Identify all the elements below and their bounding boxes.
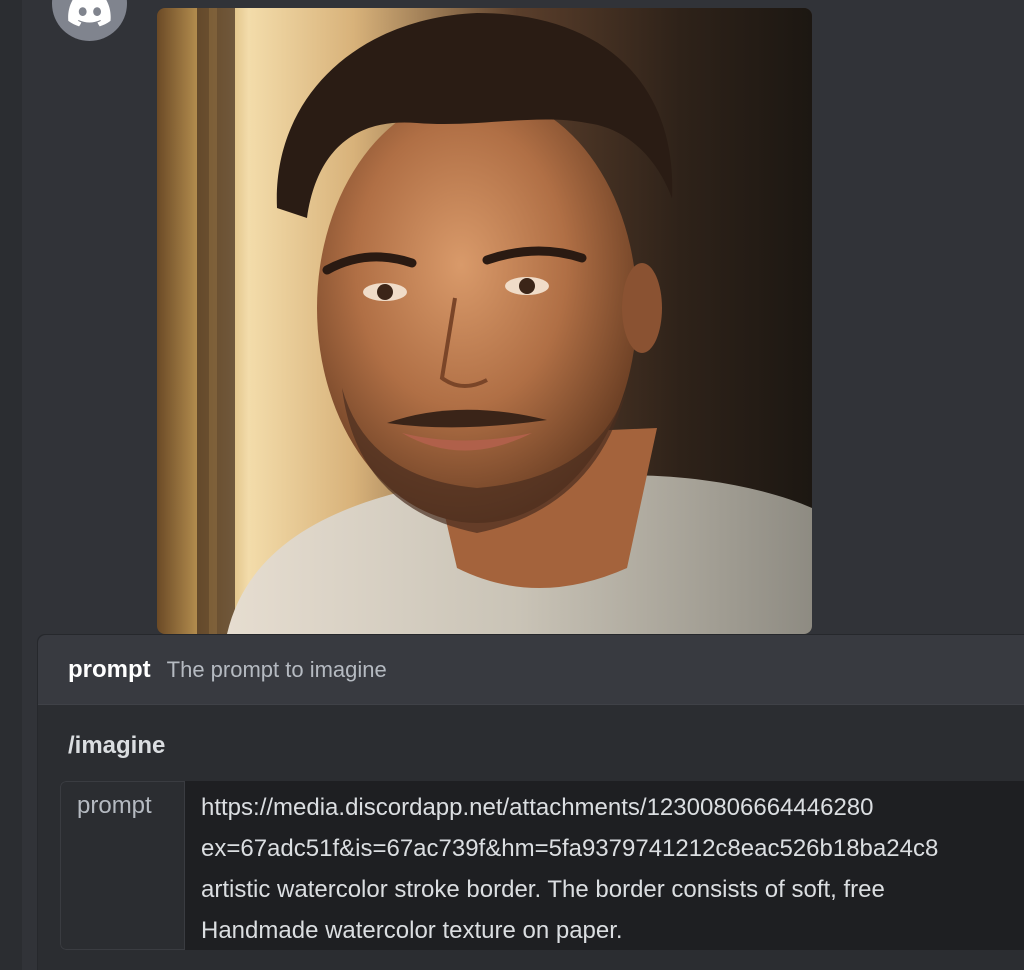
portrait-image bbox=[157, 8, 812, 634]
command-option-popup: prompt The prompt to imagine /imagine pr… bbox=[37, 634, 1024, 970]
option-description: The prompt to imagine bbox=[166, 656, 387, 682]
param-line: artistic watercolor stroke border. The b… bbox=[201, 876, 885, 903]
param-line: https://media.discordapp.net/attachments… bbox=[201, 794, 874, 821]
command-input[interactable]: prompt https://media.discordapp.net/atta… bbox=[60, 781, 1024, 950]
param-line: ex=67adc51f&is=67ac739f&hm=5fa9379741212… bbox=[201, 835, 939, 862]
command-name: /imagine bbox=[68, 732, 166, 759]
channel-gutter bbox=[0, 0, 22, 970]
discord-logo-icon bbox=[67, 0, 111, 27]
param-value[interactable]: https://media.discordapp.net/attachments… bbox=[201, 787, 1024, 950]
image-attachment[interactable] bbox=[157, 8, 812, 634]
option-header[interactable]: prompt The prompt to imagine bbox=[38, 635, 1024, 705]
option-name: prompt bbox=[68, 655, 151, 683]
chat-area: prompt The prompt to imagine /imagine pr… bbox=[0, 0, 1024, 970]
param-label: prompt bbox=[60, 781, 185, 950]
param-line: Handmade watercolor texture on paper. bbox=[201, 917, 623, 944]
avatar[interactable] bbox=[52, 0, 127, 41]
